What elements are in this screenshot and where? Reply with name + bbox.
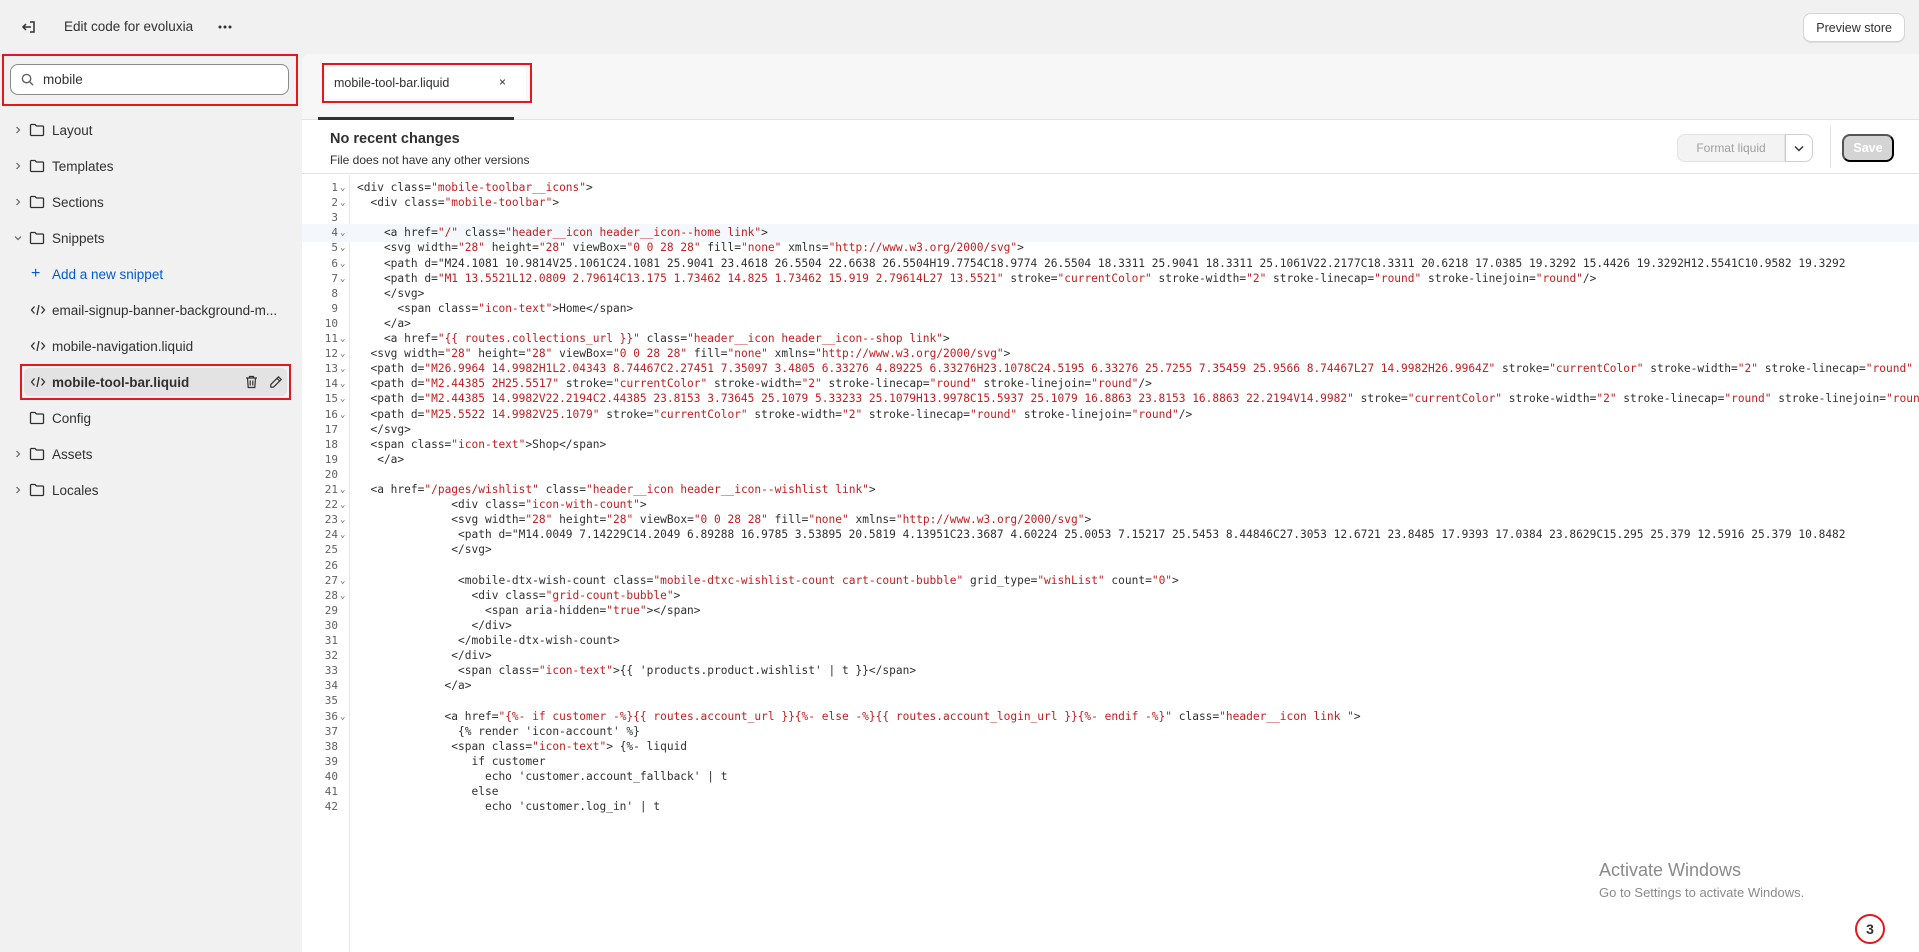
search-field[interactable] (10, 64, 289, 95)
notification-badge[interactable]: 3 (1855, 914, 1885, 944)
folder-templates[interactable]: Templates (0, 148, 299, 184)
status-title: No recent changes (330, 131, 460, 147)
tab-mobile-tool-bar[interactable]: mobile-tool-bar.liquid × (326, 67, 526, 99)
file-tree: Layout Templates Sections Snippets + Add… (0, 112, 299, 508)
code-file-icon (30, 304, 46, 316)
folder-assets[interactable]: Assets (0, 436, 299, 472)
folder-label: Templates (52, 158, 114, 174)
exit-icon[interactable] (18, 16, 40, 38)
code-file-icon (30, 340, 46, 352)
chevron-right-icon (13, 485, 23, 495)
format-liquid-button[interactable]: Format liquid (1677, 134, 1785, 162)
folder-icon (29, 411, 45, 425)
folder-snippets[interactable]: Snippets (0, 220, 299, 256)
folder-icon (29, 447, 45, 461)
file-status-bar: No recent changes File does not have any… (302, 120, 1919, 174)
line-code: echo 'customer.log_in' | t (357, 800, 661, 814)
tab-highlight: mobile-tool-bar.liquid × (322, 63, 532, 103)
add-snippet-link[interactable]: + Add a new snippet (0, 256, 299, 292)
pencil-icon[interactable] (268, 374, 284, 390)
line-number: 42 (324, 800, 338, 814)
folder-label: Assets (52, 446, 93, 462)
file-mobile-tool-bar[interactable]: mobile-tool-bar.liquid (0, 364, 299, 400)
search-input[interactable] (43, 72, 283, 87)
chevron-right-icon (13, 449, 23, 459)
more-actions-icon[interactable] (214, 16, 236, 38)
top-bar: Edit code for evoluxia Preview store (0, 0, 1919, 54)
folder-sections[interactable]: Sections (0, 184, 299, 220)
file-email-signup-banner[interactable]: email-signup-banner-background-m... (0, 292, 299, 328)
chevron-right-icon (13, 125, 23, 135)
folder-label: Layout (52, 122, 93, 138)
preview-store-button[interactable]: Preview store (1803, 13, 1905, 42)
tab-label: mobile-tool-bar.liquid (334, 76, 450, 90)
status-subtitle: File does not have any other versions (330, 153, 530, 167)
folder-layout[interactable]: Layout (0, 112, 299, 148)
chevron-right-icon (13, 197, 23, 207)
close-icon[interactable]: × (499, 75, 506, 89)
folder-label: Locales (52, 482, 99, 498)
file-mobile-navigation[interactable]: mobile-navigation.liquid (0, 328, 299, 364)
divider (1830, 126, 1831, 168)
chevron-down-icon (13, 233, 23, 243)
windows-activation-watermark: Activate Windows Go to Settings to activ… (1599, 860, 1804, 900)
search-highlight (2, 54, 298, 106)
folder-config[interactable]: Config (0, 400, 299, 436)
folder-icon (29, 483, 45, 497)
plus-icon: + (31, 265, 41, 282)
page-title: Edit code for evoluxia (64, 19, 194, 34)
chevron-right-icon (13, 161, 23, 171)
save-button[interactable]: Save (1842, 134, 1894, 162)
code-line[interactable]: 42 echo 'customer.log_in' | t (302, 798, 1919, 816)
watermark-title: Activate Windows (1599, 860, 1742, 880)
folder-locales[interactable]: Locales (0, 472, 299, 508)
editor-panel: mobile-tool-bar.liquid × No recent chang… (302, 54, 1919, 952)
folder-icon (29, 159, 45, 173)
chevron-down-icon (1794, 139, 1804, 157)
file-label: mobile-navigation.liquid (52, 338, 194, 354)
file-label: mobile-tool-bar.liquid (52, 374, 190, 390)
folder-icon (29, 123, 45, 137)
folder-label: Sections (52, 194, 104, 210)
code-file-icon (30, 376, 46, 388)
trash-icon[interactable] (243, 374, 259, 390)
watermark-subtitle: Go to Settings to activate Windows. (1599, 885, 1805, 900)
file-sidebar: Layout Templates Sections Snippets + Add… (0, 54, 299, 952)
code-editor[interactable]: 1 ⌄ <div class="mobile-toolbar__icons"> 2 ⌄ … (302, 175, 1919, 952)
folder-icon (29, 231, 45, 245)
search-icon (21, 73, 35, 87)
folder-icon (29, 195, 45, 209)
format-dropdown-button[interactable] (1785, 134, 1813, 162)
tab-bar: mobile-tool-bar.liquid × (302, 54, 1919, 120)
folder-label: Config (52, 410, 92, 426)
add-snippet-label: Add a new snippet (52, 266, 164, 282)
folder-label: Snippets (52, 230, 105, 246)
file-label: email-signup-banner-background-m... (52, 302, 278, 318)
